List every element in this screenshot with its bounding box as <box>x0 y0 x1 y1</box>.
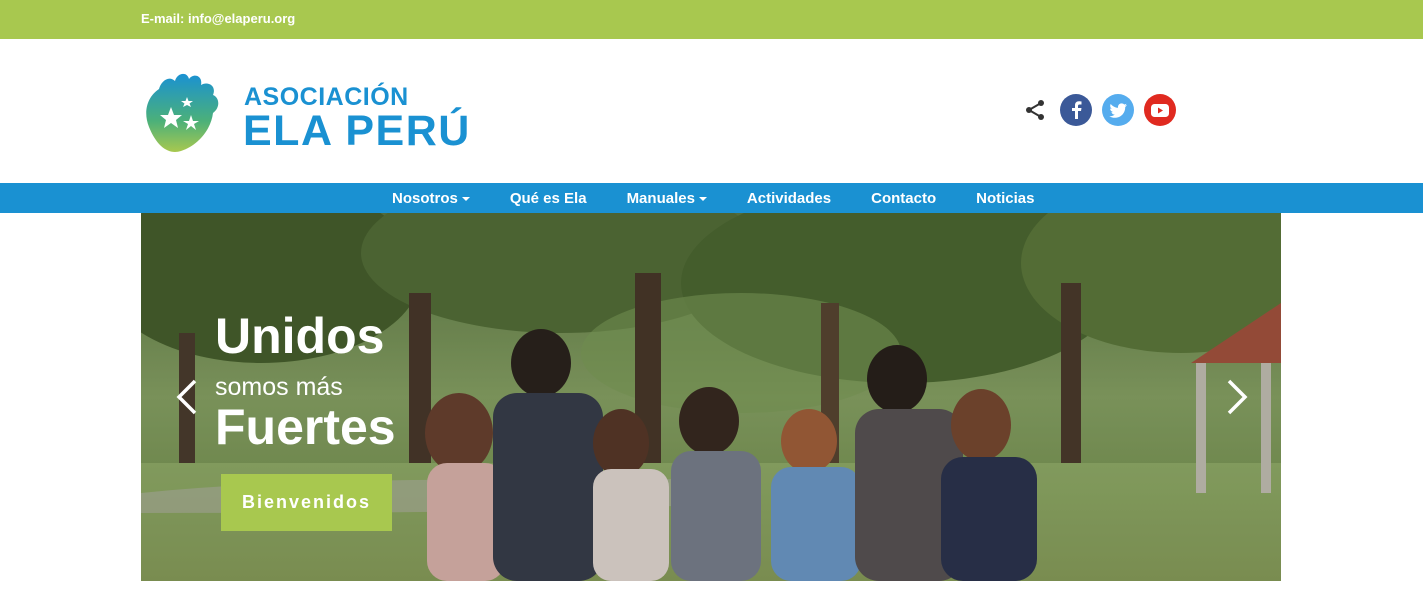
hero-title-line-3: Fuertes <box>215 399 396 455</box>
hand-logo-icon <box>146 73 219 152</box>
contact-email[interactable]: E-mail: info@elaperu.org <box>141 11 295 26</box>
facebook-icon[interactable] <box>1060 94 1092 126</box>
nav-item-label: Nosotros <box>392 189 458 207</box>
hero-slider: Unidos somos más Fuertes Bienvenidos <box>141 213 1281 581</box>
social-links <box>1024 94 1176 126</box>
header: ASOCIACIÓN ELA PERÚ <box>0 39 1423 183</box>
caret-down-icon <box>698 197 707 201</box>
youtube-icon[interactable] <box>1144 94 1176 126</box>
hero-title-line-1: Unidos <box>215 308 385 364</box>
nav-item-contacto[interactable]: Contacto <box>871 190 936 207</box>
nav-item-manuales[interactable]: Manuales <box>627 190 707 207</box>
welcome-button[interactable]: Bienvenidos <box>221 474 392 531</box>
share-icon[interactable] <box>1024 99 1046 121</box>
nav-item-que-es-ela[interactable]: Qué es Ela <box>510 190 587 207</box>
top-bar: E-mail: info@elaperu.org <box>0 0 1423 39</box>
site-logo[interactable]: ASOCIACIÓN ELA PERÚ <box>141 67 501 155</box>
previous-slide-arrow-icon[interactable] <box>175 377 199 417</box>
logo-line-2: ELA PERÚ <box>243 107 471 155</box>
twitter-icon[interactable] <box>1102 94 1134 126</box>
nav-item-noticias[interactable]: Noticias <box>976 190 1034 207</box>
nav-item-label: Actividades <box>746 189 832 207</box>
nav-item-label: Contacto <box>871 189 937 207</box>
nav-item-nosotros[interactable]: Nosotros <box>392 190 470 207</box>
nav-item-label: Qué es Ela <box>509 189 587 207</box>
main-navigation: Nosotros Qué es Ela Manuales Actividades… <box>0 183 1423 213</box>
nav-item-actividades[interactable]: Actividades <box>747 190 831 207</box>
next-slide-arrow-icon[interactable] <box>1225 377 1249 417</box>
nav-item-label: Noticias <box>976 189 1035 207</box>
nav-item-label: Manuales <box>626 189 695 207</box>
caret-down-icon <box>461 197 470 201</box>
